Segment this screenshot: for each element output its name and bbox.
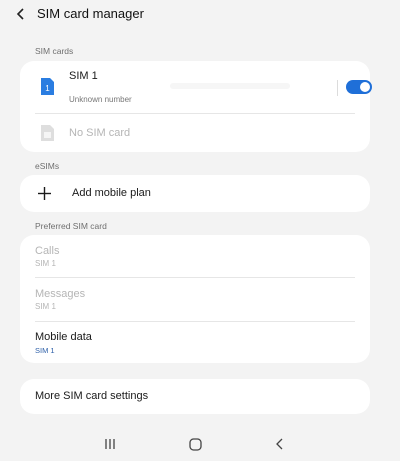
recent-apps-button[interactable] [98, 432, 122, 456]
sim1-label: SIM 1 [69, 70, 98, 82]
more-sim-settings-label: More SIM card settings [35, 390, 149, 402]
back-nav-icon [276, 438, 283, 450]
more-sim-settings-button[interactable]: More SIM card settings [20, 379, 370, 414]
back-nav-button[interactable] [268, 432, 292, 456]
system-nav-bar [0, 426, 400, 461]
toggle-divider [337, 80, 338, 96]
home-icon [188, 437, 202, 451]
sim1-row[interactable]: 1 SIM 1 Unknown number [20, 61, 372, 113]
app-header: SIM card manager [0, 0, 400, 30]
preferred-sim-card: Calls SIM 1 Messages SIM 1 Mobile data S… [20, 235, 370, 363]
calls-label: Calls [35, 245, 60, 257]
sim-badge: 1 [45, 84, 50, 93]
messages-label: Messages [35, 288, 86, 300]
sim1-toggle[interactable] [346, 80, 372, 94]
sim-card-icon: 1 [41, 78, 54, 95]
toggle-knob [360, 82, 370, 92]
sim2-label: No SIM card [69, 127, 131, 139]
mobile-data-row[interactable]: Mobile data SIM 1 [20, 322, 370, 363]
section-label-sim-cards: SIM cards [35, 46, 74, 56]
recent-apps-icon [105, 439, 115, 449]
page-title: SIM card manager [37, 6, 144, 21]
empty-sim-icon [41, 125, 54, 141]
calls-row: Calls SIM 1 [20, 235, 370, 277]
plus-icon [38, 187, 51, 200]
section-label-esims: eSIMs [35, 161, 60, 171]
sim-cards-card: 1 SIM 1 Unknown number No SIM card [20, 61, 372, 152]
sim1-number: Unknown number [69, 95, 132, 104]
calls-value: SIM 1 [35, 259, 56, 268]
messages-value: SIM 1 [35, 302, 56, 311]
back-arrow-icon [16, 8, 24, 20]
add-mobile-plan-button[interactable]: Add mobile plan [20, 175, 370, 212]
sim2-row: No SIM card [20, 114, 370, 152]
home-button[interactable] [183, 432, 207, 456]
mobile-data-value: SIM 1 [35, 346, 55, 355]
back-button[interactable] [11, 4, 31, 24]
redacted-area [170, 83, 290, 89]
section-label-preferred: Preferred SIM card [35, 221, 107, 231]
mobile-data-label: Mobile data [35, 331, 92, 343]
messages-row: Messages SIM 1 [20, 278, 370, 320]
add-mobile-plan-label: Add mobile plan [72, 187, 151, 199]
